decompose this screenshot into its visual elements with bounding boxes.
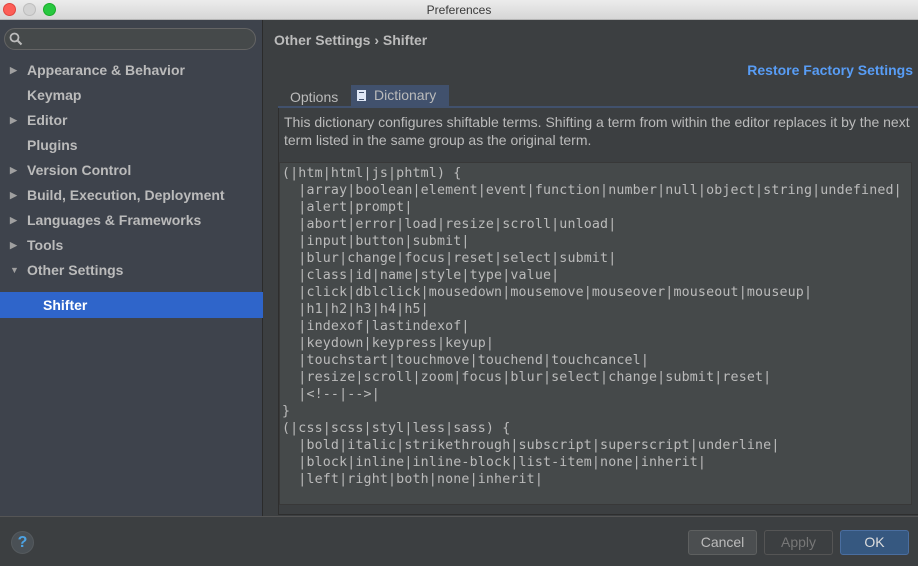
sidebar-item-keymap[interactable]: Keymap <box>0 83 263 108</box>
sidebar-item-label: Appearance & Behavior <box>27 62 185 78</box>
search-box[interactable] <box>4 28 256 50</box>
apply-button[interactable]: Apply <box>764 530 833 555</box>
window-title: Preferences <box>426 3 492 17</box>
cancel-button[interactable]: Cancel <box>688 530 757 555</box>
restore-factory-settings-link[interactable]: Restore Factory Settings <box>747 62 913 78</box>
dictionary-editor[interactable]: (|htm|html|js|phtml) { |array|boolean|el… <box>279 162 912 505</box>
expand-arrow-icon[interactable]: ▶ <box>10 233 17 258</box>
dictionary-text[interactable]: (|htm|html|js|phtml) { |array|boolean|el… <box>282 165 902 488</box>
settings-tree: ▶ Appearance & Behavior Keymap ▶ Editor … <box>0 58 263 318</box>
sidebar-item-label: Tools <box>27 237 64 253</box>
sidebar-item-languages-frameworks[interactable]: ▶ Languages & Frameworks <box>0 208 263 233</box>
expand-arrow-icon[interactable]: ▶ <box>10 108 17 133</box>
document-icon <box>357 90 366 101</box>
search-icon <box>9 32 23 51</box>
settings-content: Other Settings › Shifter Restore Factory… <box>264 20 918 516</box>
collapse-arrow-icon[interactable]: ▼ <box>10 258 19 283</box>
tab-label: Dictionary <box>374 87 437 103</box>
sidebar-item-label: Version Control <box>27 162 132 178</box>
help-button[interactable]: ? <box>11 531 34 554</box>
breadcrumb: Other Settings › Shifter <box>274 32 428 48</box>
sidebar-item-label: Build, Execution, Deployment <box>27 187 225 203</box>
sidebar-item-shifter[interactable]: Shifter <box>0 292 263 318</box>
sidebar-item-label: Languages & Frameworks <box>27 212 202 228</box>
sidebar-item-other-settings[interactable]: ▼ Other Settings <box>0 258 263 283</box>
dictionary-panel: This dictionary configures shiftable ter… <box>278 108 918 515</box>
sidebar-item-plugins[interactable]: Plugins <box>0 133 263 158</box>
tab-dictionary[interactable]: Dictionary <box>351 85 449 106</box>
sidebar-item-label: Editor <box>27 112 68 128</box>
settings-sidebar: ▶ Appearance & Behavior Keymap ▶ Editor … <box>0 20 263 516</box>
expand-arrow-icon[interactable]: ▶ <box>10 58 17 83</box>
sidebar-item-tools[interactable]: ▶ Tools <box>0 233 263 258</box>
ok-button[interactable]: OK <box>840 530 909 555</box>
tab-label: Options <box>290 89 339 105</box>
sidebar-item-label: Plugins <box>27 137 78 153</box>
search-input[interactable] <box>27 30 249 48</box>
expand-arrow-icon[interactable]: ▶ <box>10 183 17 208</box>
dialog-footer: ? Cancel Apply OK <box>0 516 918 566</box>
sidebar-item-label: Other Settings <box>27 262 124 278</box>
tab-options[interactable]: Options <box>284 87 349 108</box>
expand-arrow-icon[interactable]: ▶ <box>10 208 17 233</box>
sidebar-item-version-control[interactable]: ▶ Version Control <box>0 158 263 183</box>
expand-arrow-icon[interactable]: ▶ <box>10 158 17 183</box>
sidebar-item-label: Shifter <box>43 297 88 313</box>
help-icon: ? <box>17 534 28 551</box>
sidebar-item-label: Keymap <box>27 87 82 103</box>
sidebar-item-appearance-behavior[interactable]: ▶ Appearance & Behavior <box>0 58 263 83</box>
title-bar: Preferences <box>0 0 918 20</box>
sidebar-item-editor[interactable]: ▶ Editor <box>0 108 263 133</box>
sidebar-item-build-execution-deployment[interactable]: ▶ Build, Execution, Deployment <box>0 183 263 208</box>
dictionary-description: This dictionary configures shiftable ter… <box>284 114 910 148</box>
